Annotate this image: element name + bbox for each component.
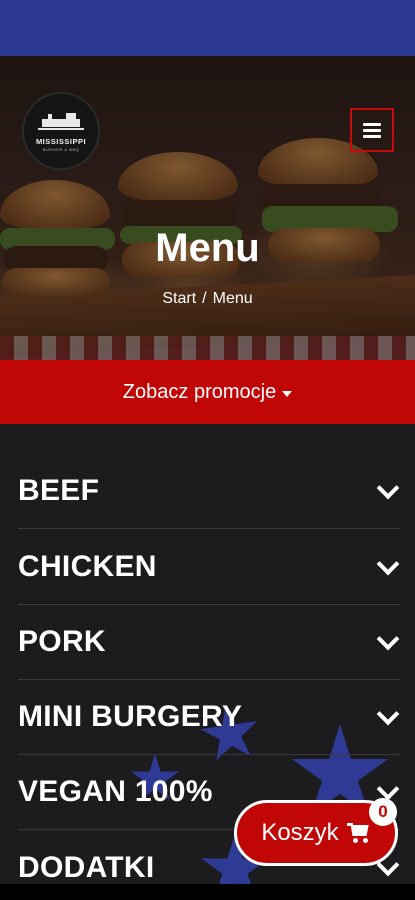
category-label: BEEF bbox=[18, 474, 100, 507]
category-label: DODATKI bbox=[18, 850, 155, 884]
category-beef[interactable]: BEEF bbox=[18, 454, 400, 529]
chevron-down-icon bbox=[376, 631, 398, 653]
logo-name: MISSISSIPPI bbox=[35, 136, 87, 146]
train-icon bbox=[38, 111, 84, 133]
hamburger-icon bbox=[363, 122, 381, 126]
top-bar bbox=[0, 0, 415, 56]
chevron-down-icon bbox=[376, 706, 398, 728]
breadcrumb: Start / Menu bbox=[0, 290, 415, 308]
category-label: CHICKEN bbox=[18, 550, 157, 583]
category-chicken[interactable]: CHICKEN bbox=[18, 530, 400, 605]
bottom-bar bbox=[0, 884, 415, 900]
logo-subtitle: BURGER & BBQ bbox=[42, 146, 80, 152]
category-label: MINI BURGERY bbox=[18, 700, 243, 733]
cart-count-badge: 0 bbox=[369, 798, 397, 826]
promo-toggle[interactable]: Zobacz promocje bbox=[0, 360, 415, 424]
page-title: Menu bbox=[155, 226, 260, 270]
category-label: VEGAN 100% bbox=[18, 775, 213, 808]
chevron-down-icon bbox=[376, 480, 398, 502]
chevron-down-icon bbox=[376, 556, 398, 578]
caret-down-icon bbox=[282, 390, 293, 397]
category-label: PORK bbox=[18, 625, 106, 658]
category-pork[interactable]: PORK bbox=[18, 605, 400, 680]
menu-button[interactable] bbox=[350, 108, 394, 152]
promo-label: Zobacz promocje bbox=[122, 380, 277, 403]
category-mini-burgery[interactable]: MINI BURGERY bbox=[18, 680, 400, 755]
breadcrumb-current: Menu bbox=[212, 290, 253, 307]
breadcrumb-home[interactable]: Start bbox=[162, 290, 196, 307]
logo[interactable]: MISSISSIPPI BURGER & BBQ bbox=[22, 92, 100, 170]
cart-icon bbox=[346, 823, 371, 843]
breadcrumb-separator: / bbox=[202, 290, 207, 307]
cart-label: Koszyk bbox=[261, 819, 339, 846]
